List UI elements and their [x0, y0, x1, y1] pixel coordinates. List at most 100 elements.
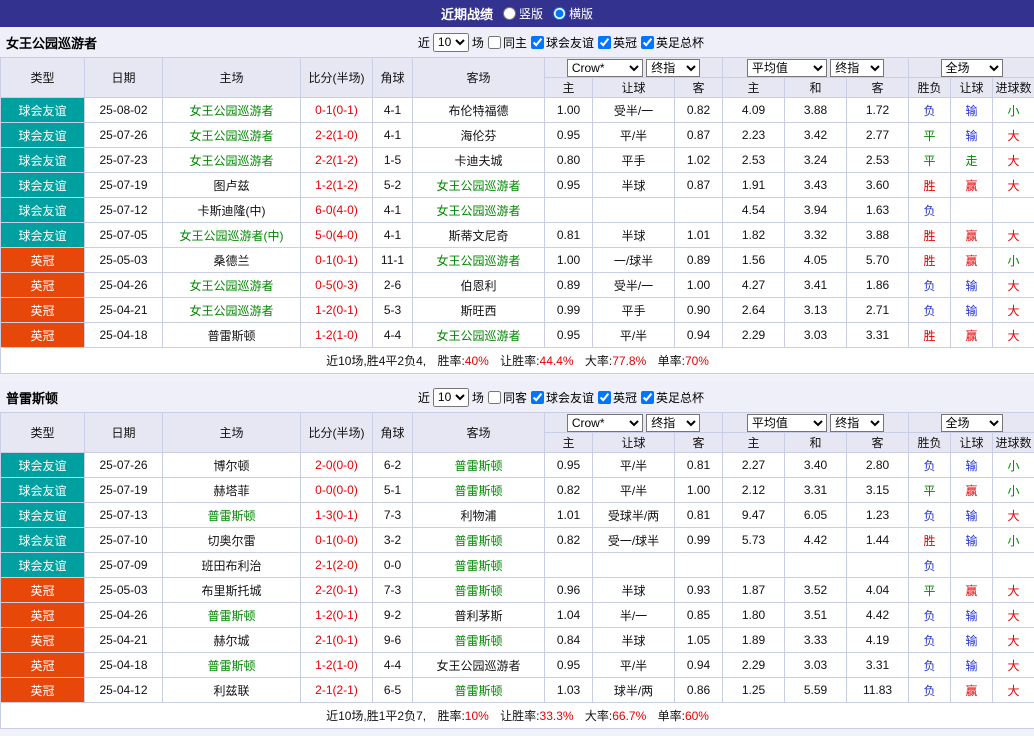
sub-avg-home: 主	[722, 77, 786, 98]
bookmaker-select[interactable]: Crow*	[566, 58, 643, 77]
average-group-header: 平均值 终指	[722, 57, 910, 78]
avg-away	[846, 552, 910, 578]
match-row: 英冠 25-04-12 利兹联 2-1(2-1) 6-5 普雷斯顿 1.03 球半/两 0.86…	[0, 677, 1034, 703]
match-row: 球会友谊 25-07-19 图卢兹 1-2(1-2) 5-2 女王公园巡游者 0.95 半球 0…	[0, 172, 1034, 198]
col-score: 比分(半场)	[300, 412, 373, 453]
layout-horizontal-label: 横版	[569, 7, 594, 21]
league-championship-checkbox[interactable]	[597, 390, 611, 404]
avg-draw: 3.88	[784, 97, 848, 123]
corner-score: 6-5	[372, 677, 413, 703]
match-date: 25-04-21	[84, 627, 163, 653]
odds-home: 0.96	[544, 577, 593, 603]
avg-away: 3.88	[846, 222, 910, 248]
avg-home: 2.12	[722, 477, 786, 503]
away-team: 普雷斯顿	[412, 477, 545, 503]
corner-score: 4-1	[372, 222, 413, 248]
away-team: 女王公园巡游者	[412, 652, 545, 678]
away-team: 普利茅斯	[412, 602, 545, 628]
layout-horizontal-option[interactable]: 横版	[553, 5, 593, 22]
match-date: 25-05-03	[84, 247, 163, 273]
league-friendly-checkbox[interactable]	[530, 35, 544, 49]
goals-result: 大	[992, 627, 1034, 653]
avg-away: 2.80	[846, 452, 910, 478]
handicap-result: 输	[950, 97, 994, 123]
fulltime-select[interactable]: 全场	[940, 58, 1003, 77]
odds-handicap: 平/半	[592, 652, 675, 678]
odds-away: 0.87	[673, 172, 724, 198]
games-label: 场	[471, 390, 484, 405]
final-odds-select-2[interactable]: 终指	[830, 413, 885, 432]
same-venue-checkbox[interactable]	[487, 35, 501, 49]
league-facup-checkbox[interactable]	[640, 390, 654, 404]
average-select[interactable]: 平均值	[746, 58, 827, 77]
handicap-result: 走	[950, 147, 994, 173]
league-facup-checkbox[interactable]	[640, 35, 654, 49]
league-championship-option[interactable]: 英冠	[597, 34, 637, 51]
corner-score: 1-5	[372, 147, 413, 173]
league-championship-checkbox[interactable]	[597, 35, 611, 49]
match-row: 球会友谊 25-08-02 女王公园巡游者 0-1(0-1) 4-1 布伦特福德 1.00 受…	[0, 97, 1034, 123]
handicap-result: 输	[950, 527, 994, 553]
final-odds-select[interactable]: 终指	[646, 58, 701, 77]
odds-handicap: 半球	[592, 577, 675, 603]
corner-score: 4-4	[372, 652, 413, 678]
odds-handicap: 半/一	[592, 602, 675, 628]
handicap-result	[950, 552, 994, 578]
team-name: 普雷斯顿	[6, 390, 59, 406]
layout-vertical-radio[interactable]	[502, 7, 516, 20]
sub-goals: 进球数	[992, 77, 1034, 98]
odds-away: 0.94	[673, 652, 724, 678]
match-row: 英冠 25-04-21 赫尔城 2-1(0-1) 9-6 普雷斯顿 0.84 半球 1.05 1.…	[0, 627, 1034, 653]
league-friendly-checkbox[interactable]	[530, 390, 544, 404]
result: 负	[908, 452, 952, 478]
league-badge: 球会友谊	[0, 97, 85, 123]
odds-home: 0.80	[544, 147, 593, 173]
league-friendly-option[interactable]: 球会友谊	[530, 34, 594, 51]
league-badge: 球会友谊	[0, 552, 85, 578]
sub-avg-away: 客	[846, 77, 910, 98]
col-date: 日期	[84, 412, 163, 453]
odds-away: 0.81	[673, 452, 724, 478]
bookmaker-select[interactable]: Crow*	[566, 413, 643, 432]
odds-home: 1.00	[544, 247, 593, 273]
odds-home: 0.82	[544, 477, 593, 503]
home-team: 赫塔菲	[162, 477, 301, 503]
match-row: 英冠 25-04-18 普雷斯顿 1-2(1-0) 4-4 女王公园巡游者 0.95 平/半 0…	[0, 322, 1034, 348]
avg-draw: 3.31	[784, 477, 848, 503]
odds-away: 0.86	[673, 677, 724, 703]
result: 负	[908, 197, 952, 223]
handicap-result: 赢	[950, 247, 994, 273]
fulltime-select[interactable]: 全场	[940, 413, 1003, 432]
same-venue-checkbox[interactable]	[487, 390, 501, 404]
final-odds-select[interactable]: 终指	[646, 413, 701, 432]
same-venue-option[interactable]: 同客	[487, 389, 527, 406]
odds-away	[673, 197, 724, 223]
layout-vertical-option[interactable]: 竖版	[502, 5, 543, 22]
summary-cell: 近10场,胜1平2负7, 胜率:10% 让胜率:33.3% 大率:66.7% 单…	[0, 702, 1034, 729]
same-venue-option[interactable]: 同主	[487, 34, 527, 51]
odds-handicap	[592, 552, 675, 578]
corner-score: 2-6	[372, 272, 413, 298]
layout-horizontal-radio[interactable]	[553, 7, 566, 20]
match-count-select[interactable]: 10	[432, 32, 469, 52]
home-team: 利兹联	[162, 677, 301, 703]
final-odds-select-2[interactable]: 终指	[830, 58, 885, 77]
match-date: 25-04-21	[84, 297, 163, 323]
league-friendly-option[interactable]: 球会友谊	[530, 389, 594, 406]
score: 0-1(0-1)	[300, 247, 373, 273]
avg-home: 2.29	[722, 322, 786, 348]
goals-result: 大	[992, 602, 1034, 628]
score: 2-2(1-0)	[300, 122, 373, 148]
league-championship-option[interactable]: 英冠	[597, 389, 637, 406]
away-team: 普雷斯顿	[412, 527, 545, 553]
league-facup-option[interactable]: 英足总杯	[640, 389, 704, 406]
league-facup-option[interactable]: 英足总杯	[640, 34, 704, 51]
handicap-result: 赢	[950, 322, 994, 348]
result: 负	[908, 627, 952, 653]
match-count-select[interactable]: 10	[432, 387, 469, 407]
avg-home: 2.27	[722, 452, 786, 478]
average-select[interactable]: 平均值	[746, 413, 827, 432]
filter-bar: 女王公园巡游者 近 10 场 同主 球会友谊 英冠 英足总杯	[0, 27, 1034, 57]
avg-away: 2.53	[846, 147, 910, 173]
away-team: 女王公园巡游者	[412, 197, 545, 223]
